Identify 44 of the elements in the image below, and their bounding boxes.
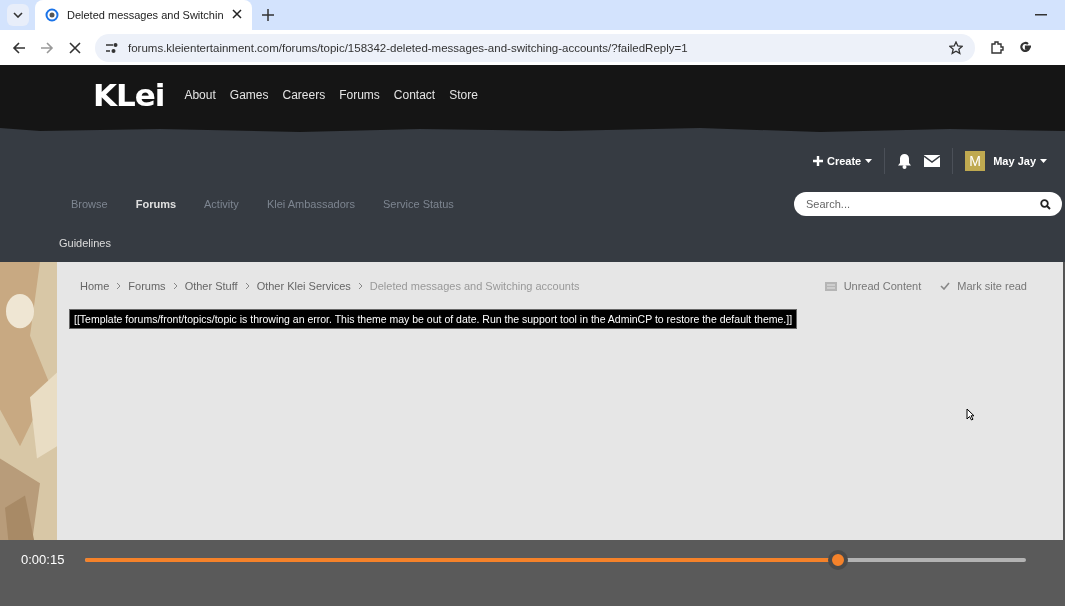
nav-link[interactable]: Games: [229, 88, 269, 102]
nav-link[interactable]: Careers: [282, 88, 326, 102]
seek-bar[interactable]: [85, 550, 1027, 570]
plus-icon: [812, 156, 823, 167]
mark-site-read-link[interactable]: Mark site read: [957, 280, 1027, 292]
minimize-icon[interactable]: [1035, 14, 1047, 16]
user-menu[interactable]: May Jay: [993, 155, 1047, 168]
close-icon[interactable]: [231, 9, 242, 21]
chevron-icon: [357, 282, 363, 290]
create-button[interactable]: Create: [812, 155, 873, 168]
star-icon[interactable]: [949, 40, 963, 55]
new-tab-icon[interactable]: [261, 9, 274, 21]
caret-icon: [865, 159, 873, 164]
breadcrumb-link[interactable]: Other Klei Services: [256, 280, 351, 292]
caret-icon: [1040, 159, 1047, 164]
breadcrumb-link[interactable]: Other Stuff: [184, 280, 238, 292]
nav-link[interactable]: Contact: [393, 88, 436, 102]
browser-tab[interactable]: Deleted messages and Switchin: [35, 0, 252, 30]
address-bar[interactable]: forums.kleientertainment.com/forums/topic/158342-deleted-messages-and-switching-accounts/?failedReply=1: [95, 33, 975, 62]
newspaper-icon: [824, 281, 837, 291]
breadcrumb-link[interactable]: Forums: [128, 280, 166, 292]
search-field[interactable]: Search...: [794, 192, 1062, 217]
loading-icon: [45, 8, 59, 22]
check-icon: [940, 282, 951, 290]
subnav-link[interactable]: Guidelines: [59, 236, 111, 249]
unread-content-link[interactable]: Unread Content: [843, 280, 922, 292]
chevron-icon: [172, 282, 178, 290]
chevron-icon: [116, 282, 122, 290]
site-logo[interactable]: KLei: [93, 77, 165, 113]
cursor-icon: [966, 408, 975, 421]
search-icon[interactable]: [1040, 199, 1051, 211]
playback-time: 0:00:15: [21, 551, 65, 569]
nav-link[interactable]: Store: [449, 88, 478, 102]
envelope-icon[interactable]: [924, 155, 941, 168]
subnav-link[interactable]: Forums: [135, 198, 177, 211]
site-settings-icon[interactable]: [105, 41, 119, 54]
tab-list-icon[interactable]: [7, 4, 29, 26]
chevron-icon: [244, 282, 250, 290]
error-message: [[Template forums/front/topics/topic is throwing an error. This theme may be out of date. Run the support tool in the AdminCP to restore the default theme.]]: [69, 309, 798, 329]
breadcrumb-link[interactable]: Home: [80, 280, 110, 292]
nav-link[interactable]: Forums: [339, 88, 380, 102]
seek-handle[interactable]: [828, 550, 849, 570]
bell-icon[interactable]: [897, 153, 913, 170]
nav-link[interactable]: About: [184, 88, 216, 102]
